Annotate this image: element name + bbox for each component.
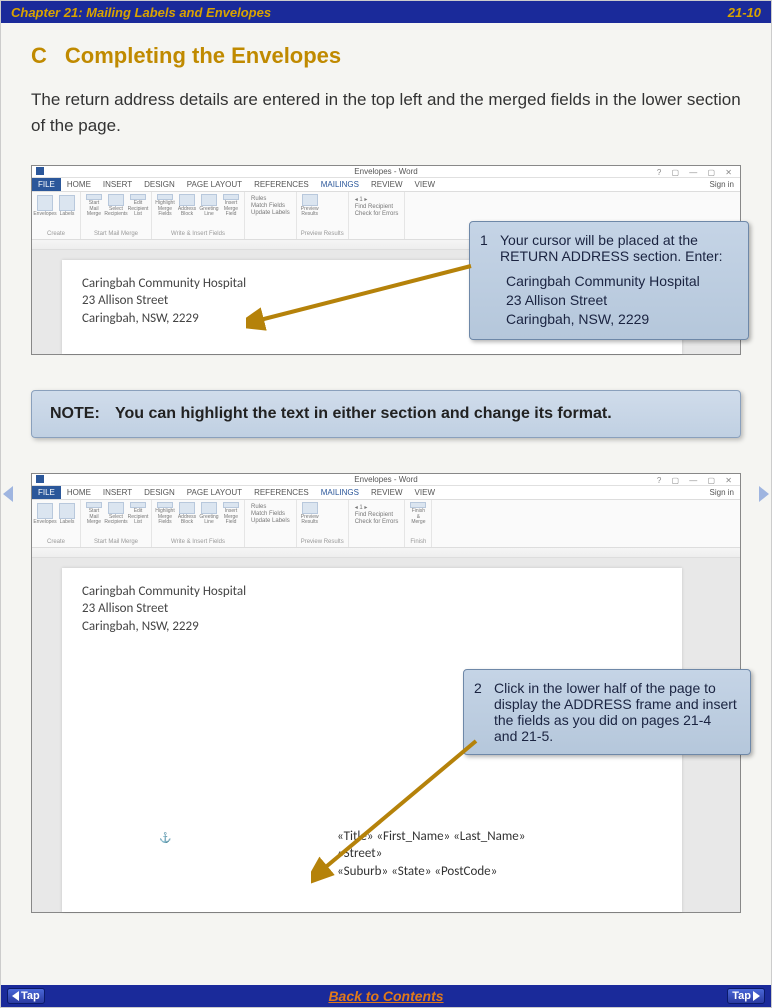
section-title: Completing the Envelopes: [65, 43, 341, 68]
merge-line2: «Street»: [337, 845, 525, 863]
section-letter: C: [31, 43, 47, 68]
section-heading: C Completing the Envelopes: [31, 43, 741, 69]
callout-1-sub2: 23 Allison Street: [506, 291, 736, 310]
window-controls: ? ▢ — ▢ ✕: [657, 475, 736, 487]
callout-1-number: 1: [480, 232, 488, 248]
edit-recipient-list-button: Edit Recipient List: [129, 502, 147, 526]
labels-button: Labels: [58, 502, 76, 526]
tab-insert: INSERT: [97, 178, 138, 191]
envelopes-button: Envelopes: [36, 502, 54, 526]
insert-merge-field-button: Insert Merge Field: [222, 502, 240, 526]
tab-file: FILE: [32, 178, 61, 191]
group-create: Create: [36, 231, 76, 237]
note-box: NOTE: You can highlight the text in eith…: [31, 390, 741, 438]
word-tabs: FILE HOME INSERT DESIGN PAGE LAYOUT REFE…: [32, 178, 740, 192]
note-text: You can highlight the text in either sec…: [115, 405, 612, 423]
group-start-mail-merge: Start Mail Merge: [85, 231, 147, 237]
edit-recipient-list-button: Edit Recipient List: [129, 194, 147, 218]
tab-review: REVIEW: [365, 178, 409, 191]
select-recipients-button: Select Recipients: [107, 194, 125, 218]
highlight-merge-fields-button: Highlight Merge Fields: [156, 194, 174, 218]
merge-fields-block: ⚓ «Title» «First_Name» «Last_Name» «Stre…: [337, 828, 525, 881]
preview-results-button: Preview Results: [301, 194, 319, 218]
word-window-title: Envelopes - Word: [354, 475, 417, 484]
insert-merge-field-button: Insert Merge Field: [222, 194, 240, 218]
horizontal-ruler: [32, 548, 740, 558]
tab-references: REFERENCES: [248, 178, 315, 191]
callout-2-number: 2: [474, 680, 482, 696]
callout-1-text: Your cursor will be placed at the RETURN…: [500, 232, 736, 264]
finish-merge-button: Finish & Merge: [409, 502, 427, 526]
callout-2: 2 Click in the lower half of the page to…: [463, 669, 751, 755]
callout-2-text: Click in the lower half of the page to d…: [494, 680, 738, 744]
chapter-title: Chapter 21: Mailing Labels and Envelopes: [11, 5, 271, 20]
find-recipient-button: Find Recipient: [355, 204, 399, 210]
select-recipients-button: Select Recipients: [107, 502, 125, 526]
word-titlebar: Envelopes - Word ? ▢ — ▢ ✕: [32, 474, 740, 486]
word-app-icon: [36, 475, 44, 483]
return-address: Caringbah Community Hospital 23 Allison …: [82, 583, 662, 636]
start-mail-merge-button: Start Mail Merge: [85, 194, 103, 218]
greeting-line-button: Greeting Line: [200, 194, 218, 218]
callout-1-sub1: Caringbah Community Hospital: [506, 272, 736, 291]
chevron-right-icon: [753, 991, 760, 1001]
merge-line1: «Title» «First_Name» «Last_Name»: [337, 828, 525, 846]
intro-paragraph: The return address details are entered i…: [31, 87, 741, 140]
page-prev-icon[interactable]: [3, 486, 13, 502]
callout-1: 1 Your cursor will be placed at the RETU…: [469, 221, 749, 340]
word-window-title: Envelopes - Word: [354, 167, 417, 176]
highlight-merge-fields-button: Highlight Merge Fields: [156, 502, 174, 526]
sign-in-link: Sign in: [704, 178, 740, 191]
word-app-icon: [36, 167, 44, 175]
word-titlebar: Envelopes - Word ? ▢ — ▢ ✕: [32, 166, 740, 178]
address-block-button: Address Block: [178, 194, 196, 218]
window-controls: ? ▢ — ▢ ✕: [657, 167, 736, 179]
group-preview: Preview Results: [301, 231, 344, 237]
back-to-contents-link[interactable]: Back to Contents: [328, 988, 443, 1004]
tap-prev-button[interactable]: Tap: [7, 988, 45, 1004]
tab-page-layout: PAGE LAYOUT: [181, 178, 248, 191]
callout-1-sub3: Caringbah, NSW, 2229: [506, 310, 736, 329]
match-fields-button: Match Fields: [251, 203, 290, 209]
anchor-icon: ⚓: [159, 831, 171, 845]
envelopes-button: Envelopes: [36, 194, 54, 218]
ribbon: Envelopes Labels Create Start Mail Merge…: [32, 500, 740, 548]
tab-mailings: MAILINGS: [315, 178, 365, 191]
start-mail-merge-button: Start Mail Merge: [85, 502, 103, 526]
tap-next-button[interactable]: Tap: [727, 988, 765, 1004]
group-write-insert: Write & Insert Fields: [156, 231, 240, 237]
labels-button: Labels: [58, 194, 76, 218]
tab-design: DESIGN: [138, 178, 181, 191]
tab-home: HOME: [61, 178, 97, 191]
record-nav: ◂ 1 ▸: [355, 196, 399, 203]
note-label: NOTE:: [50, 405, 115, 423]
tab-view: VIEW: [409, 178, 441, 191]
document-footer: Tap Back to Contents Tap: [1, 985, 771, 1007]
document-header: Chapter 21: Mailing Labels and Envelopes…: [1, 1, 771, 23]
merge-line3: «Suburb» «State» «PostCode»: [337, 863, 525, 881]
rules-button: Rules: [251, 196, 290, 202]
page-next-icon[interactable]: [759, 486, 769, 502]
update-labels-button: Update Labels: [251, 210, 290, 216]
check-errors-button: Check for Errors: [355, 211, 399, 217]
page-nav-arrows: [1, 486, 771, 502]
greeting-line-button: Greeting Line: [200, 502, 218, 526]
chevron-left-icon: [12, 991, 19, 1001]
page-number: 21-10: [728, 5, 761, 20]
address-block-button: Address Block: [178, 502, 196, 526]
